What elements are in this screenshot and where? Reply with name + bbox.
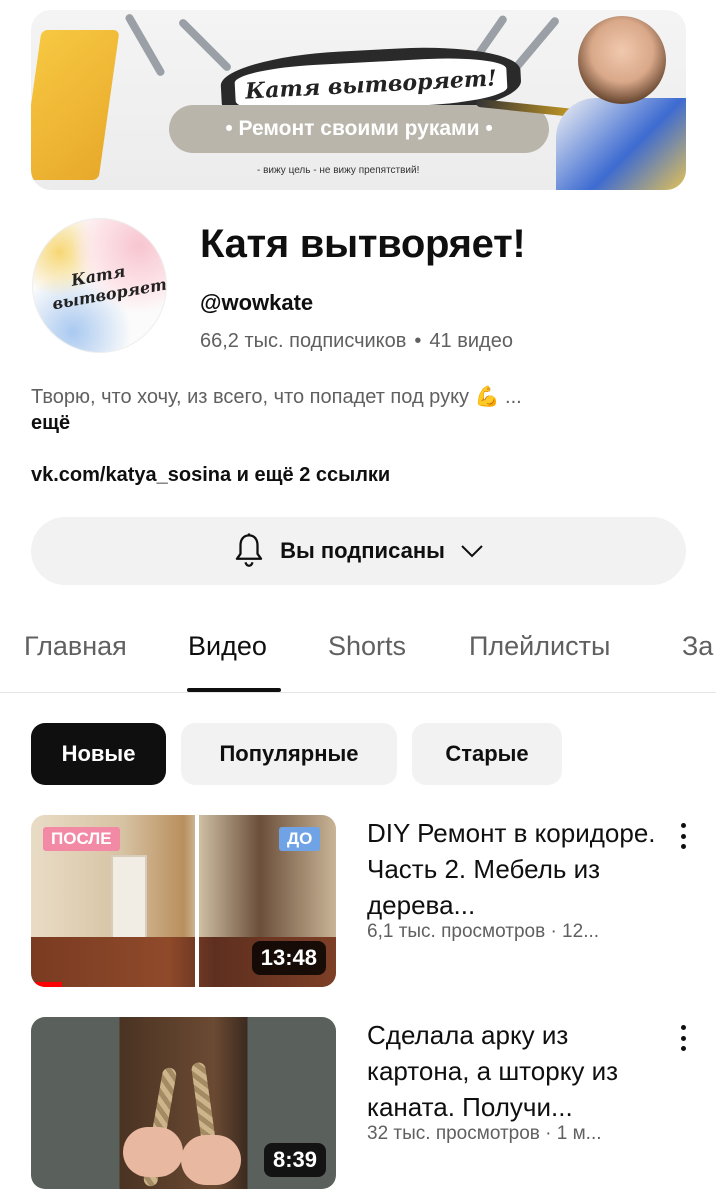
more-options-icon[interactable] (671, 1023, 695, 1053)
banner-person-body (556, 98, 686, 190)
video-count: 41 видео (429, 330, 513, 352)
scissors-decoration (177, 17, 233, 73)
chip-newest[interactable]: Новые (31, 723, 166, 785)
video-title[interactable]: Сделала арку из картона, а шторку из кан… (367, 1017, 667, 1125)
thumbnail-hand (181, 1135, 241, 1185)
video-meta: 32 тыс. просмотров · 1 м... (367, 1123, 602, 1144)
chip-oldest[interactable]: Старые (412, 723, 562, 785)
channel-banner: Катя вытворяет! • Ремонт своими руками •… (31, 10, 686, 190)
video-duration: 8:39 (263, 1143, 326, 1177)
description-more-link[interactable]: ещё (31, 410, 671, 436)
chip-popular[interactable]: Популярные (181, 723, 397, 785)
subscribed-button[interactable]: Вы подписаны (31, 517, 686, 585)
subscriber-count: 66,2 тыс. подписчиков (200, 330, 407, 352)
chevron-down-icon (461, 545, 483, 558)
channel-description[interactable]: Творю, что хочу, из всего, что попадет п… (31, 384, 671, 436)
watch-progress-bar (31, 982, 62, 987)
after-badge: ПОСЛЕ (43, 827, 120, 851)
banner-title: Катя вытворяет! (244, 65, 498, 105)
before-badge: ДО (279, 827, 321, 851)
video-duration: 13:48 (251, 941, 326, 975)
banner-person-photo (578, 16, 666, 104)
tab-videos[interactable]: Видео (188, 631, 267, 662)
video-thumbnail[interactable]: ПОСЛЕ ДО 13:48 (31, 815, 336, 987)
tab-shorts[interactable]: Shorts (328, 631, 406, 662)
tab-playlists[interactable]: Плейлисты (469, 631, 610, 662)
video-item[interactable]: ПОСЛЕ ДО 13:48 DIY Ремонт в коридоре. Ча… (31, 815, 701, 987)
description-text: Творю, что хочу, из всего, что попадет п… (31, 386, 522, 408)
paint-brush-decoration (31, 30, 120, 180)
avatar-logo-text: Катя вытворяет! (50, 261, 167, 313)
video-meta: 6,1 тыс. просмотров · 12... (367, 921, 600, 942)
banner-motto: - вижу цель - не вижу препятствий! (257, 165, 420, 176)
thumbnail-door (111, 855, 147, 945)
tab-home[interactable]: Главная (24, 631, 127, 662)
thumbnail-hand (123, 1127, 183, 1177)
banner-subtitle: • Ремонт своими руками • (169, 105, 549, 153)
active-tab-indicator (187, 688, 281, 692)
tab-more[interactable]: За (682, 631, 713, 662)
bell-icon (235, 533, 263, 567)
channel-stats: 66,2 тыс. подписчиков • 41 видео (200, 330, 513, 353)
video-title[interactable]: DIY Ремонт в коридоре. Часть 2. Мебель и… (367, 815, 667, 923)
channel-handle: @wowkate (200, 290, 314, 315)
video-item[interactable]: 8:39 Сделала арку из картона, а шторку и… (31, 1017, 701, 1189)
channel-name: Катя вытворяет! (200, 222, 526, 266)
channel-avatar[interactable]: Катя вытворяет! (32, 218, 167, 353)
separator-dot: • (414, 330, 422, 352)
channel-tabs: Главная Видео Shorts Плейлисты За (0, 605, 716, 693)
more-options-icon[interactable] (671, 821, 695, 851)
subscribed-label: Вы подписаны (280, 538, 445, 563)
thumbnail-divider (195, 815, 199, 987)
channel-links[interactable]: vk.com/katya_sosina и ещё 2 ссылки (31, 464, 390, 487)
scissors-decoration (124, 12, 166, 78)
video-thumbnail[interactable]: 8:39 (31, 1017, 336, 1189)
